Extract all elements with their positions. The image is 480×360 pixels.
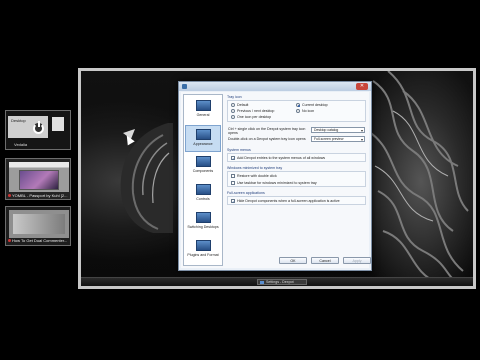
checkbox-use-taskbar[interactable]: Use taskbar for windows minimized to sys…: [231, 181, 317, 186]
desktop-thumbnail-1[interactable]: Desktop Vedalia: [5, 110, 71, 150]
video-preview: [19, 170, 59, 190]
nav-item-switching-desktops[interactable]: Switching Desktops: [185, 209, 221, 236]
desktop-tile-label: Desktop: [11, 118, 26, 123]
app-icon: [182, 84, 187, 89]
youtube-icon: [8, 194, 11, 197]
nav-label: Plugins and Format: [187, 253, 219, 257]
settings-panel: Tray icon Default Current desktop Previo…: [227, 94, 366, 264]
desktop-thumbnail-3[interactable]: How To Get Dual Commenter...: [5, 206, 71, 246]
section-heading: Windows minimized to system tray: [227, 166, 283, 170]
category-nav: General Appearance Components Controls S…: [183, 94, 223, 266]
youtube-icon: [8, 239, 11, 242]
nav-label: Switching Desktops: [187, 225, 219, 229]
fullscreen-group: Hide Dexpot components when a full-scree…: [227, 196, 366, 205]
nav-item-plugins[interactable]: Plugins and Format: [185, 237, 221, 264]
monitor-icon: [195, 100, 211, 111]
ok-button[interactable]: OK: [279, 257, 307, 264]
system-menus-group: Add Dexpot entries to the system menus o…: [227, 153, 366, 162]
desktop-thumbnail-2[interactable]: YOMBL - Passport by Kuhl [2...: [5, 158, 71, 200]
desktop-caption: How To Get Dual Commenter...: [12, 238, 68, 243]
components-icon: [195, 156, 211, 167]
section-heading: Tray icon: [227, 95, 242, 99]
dialog-titlebar[interactable]: ✕: [179, 82, 371, 91]
desktop-caption: Vedalia: [14, 142, 28, 147]
eagle-artwork: [120, 123, 173, 233]
checkbox-restore-double-click[interactable]: Restore with double click: [231, 174, 277, 179]
window-thumbnail[interactable]: [9, 162, 69, 192]
click-actions-group: Ctrl + single click on the Dexpot system…: [227, 126, 366, 144]
section-heading: Full-screen applications: [227, 191, 265, 195]
nav-item-controls[interactable]: Controls: [185, 181, 221, 208]
double-click-label: Double-click on a Dexpot system tray ico…: [228, 137, 306, 141]
radio-prev-next[interactable]: Previous / next desktop: [231, 109, 274, 114]
taskbar: Settings - Dexpot: [81, 277, 473, 286]
checkbox-hide-fullscreen[interactable]: Hide Dexpot components when a full-scree…: [231, 199, 340, 204]
switching-icon: [195, 212, 211, 223]
single-click-label: Ctrl + single click on the Dexpot system…: [228, 127, 306, 135]
plugins-icon: [195, 240, 211, 251]
power-icon[interactable]: [33, 121, 44, 134]
double-click-select[interactable]: Full-screen preview: [311, 136, 365, 142]
radio-no-icon[interactable]: No icon: [296, 109, 314, 114]
appearance-icon: [195, 129, 211, 140]
window-thumbnail[interactable]: [52, 117, 64, 131]
nav-item-components[interactable]: Components: [185, 153, 221, 180]
checkbox-system-menus[interactable]: Add Dexpot entries to the system menus o…: [231, 156, 325, 161]
tray-icon-group: Default Current desktop Previous / next …: [227, 100, 366, 122]
controls-icon: [195, 184, 211, 195]
apply-button[interactable]: Apply: [343, 257, 371, 264]
section-heading: System menus: [227, 148, 251, 152]
nav-label: Controls: [196, 197, 210, 201]
close-button[interactable]: ✕: [356, 83, 368, 90]
nav-label: Appearance: [193, 142, 213, 146]
video-preview: [13, 214, 65, 234]
dialog-body: General Appearance Components Controls S…: [181, 92, 371, 268]
tendril-artwork: [367, 71, 469, 286]
single-click-select[interactable]: Desktop catalog: [311, 127, 365, 133]
desktop-preview[interactable]: ✕ General Appearance Components Controls…: [78, 68, 476, 289]
desktop-caption: YOMBL - Passport by Kuhl [2...: [12, 193, 68, 198]
app-icon: [260, 281, 264, 284]
nav-label: Components: [192, 169, 214, 173]
cancel-button[interactable]: Cancel: [311, 257, 339, 264]
nav-label: General: [196, 113, 210, 117]
settings-dialog: ✕ General Appearance Components Controls…: [178, 81, 372, 271]
radio-current-desktop[interactable]: Current desktop: [296, 103, 328, 108]
radio-one-icon[interactable]: One icon per desktop: [231, 115, 271, 120]
taskbar-item-settings[interactable]: Settings - Dexpot: [257, 279, 307, 285]
nav-item-general[interactable]: General: [185, 97, 221, 124]
nav-item-appearance[interactable]: Appearance: [185, 125, 221, 152]
radio-default[interactable]: Default: [231, 103, 248, 108]
window-thumbnail[interactable]: [9, 210, 69, 238]
minimized-group: Restore with double click Use taskbar fo…: [227, 171, 366, 187]
taskbar-item-label: Settings - Dexpot: [266, 280, 294, 284]
